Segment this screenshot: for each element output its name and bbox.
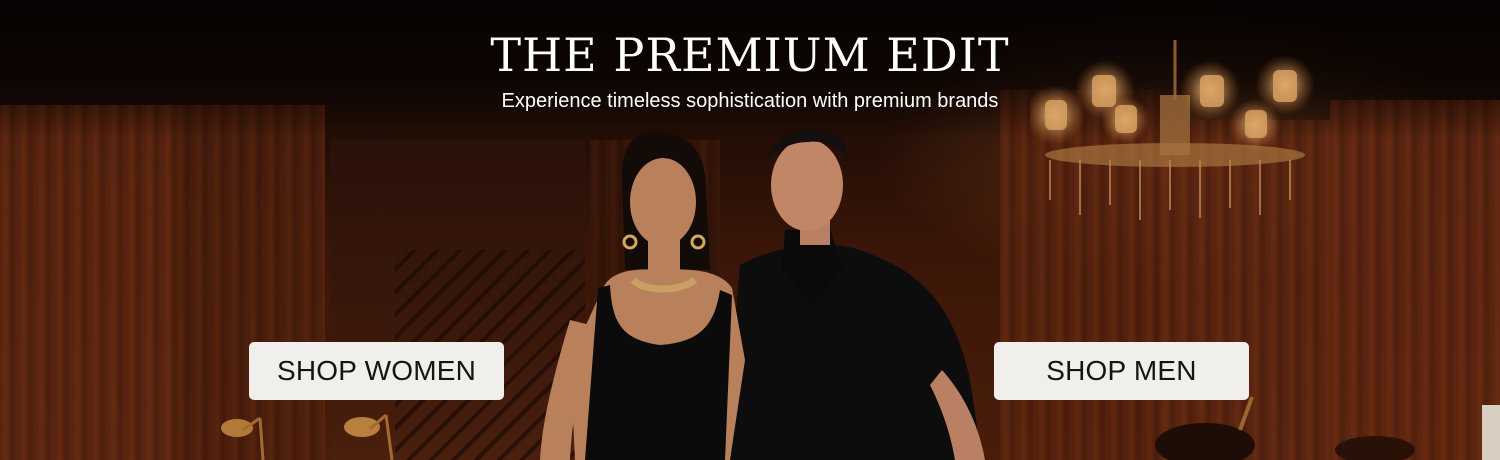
desk-lamp-image <box>221 416 265 460</box>
wood-panel <box>0 105 175 460</box>
desk-lamp-image <box>1155 396 1255 460</box>
wood-panel <box>1330 100 1500 460</box>
page-title: THE PREMIUM EDIT <box>490 28 1010 82</box>
decor-vase-image <box>1335 436 1415 460</box>
hero-banner: THE PREMIUM EDIT Experience timeless sop… <box>0 0 1500 460</box>
wood-panel <box>175 105 325 460</box>
models-image <box>540 129 985 460</box>
frame-edge <box>1482 405 1500 460</box>
male-model <box>725 129 985 460</box>
shop-women-button[interactable]: SHOP WOMEN <box>249 342 504 400</box>
desk-lamp-image <box>344 413 394 460</box>
page-subtitle: Experience timeless sophistication with … <box>501 90 999 112</box>
female-model <box>540 131 745 460</box>
shop-men-button[interactable]: SHOP MEN <box>994 342 1249 400</box>
